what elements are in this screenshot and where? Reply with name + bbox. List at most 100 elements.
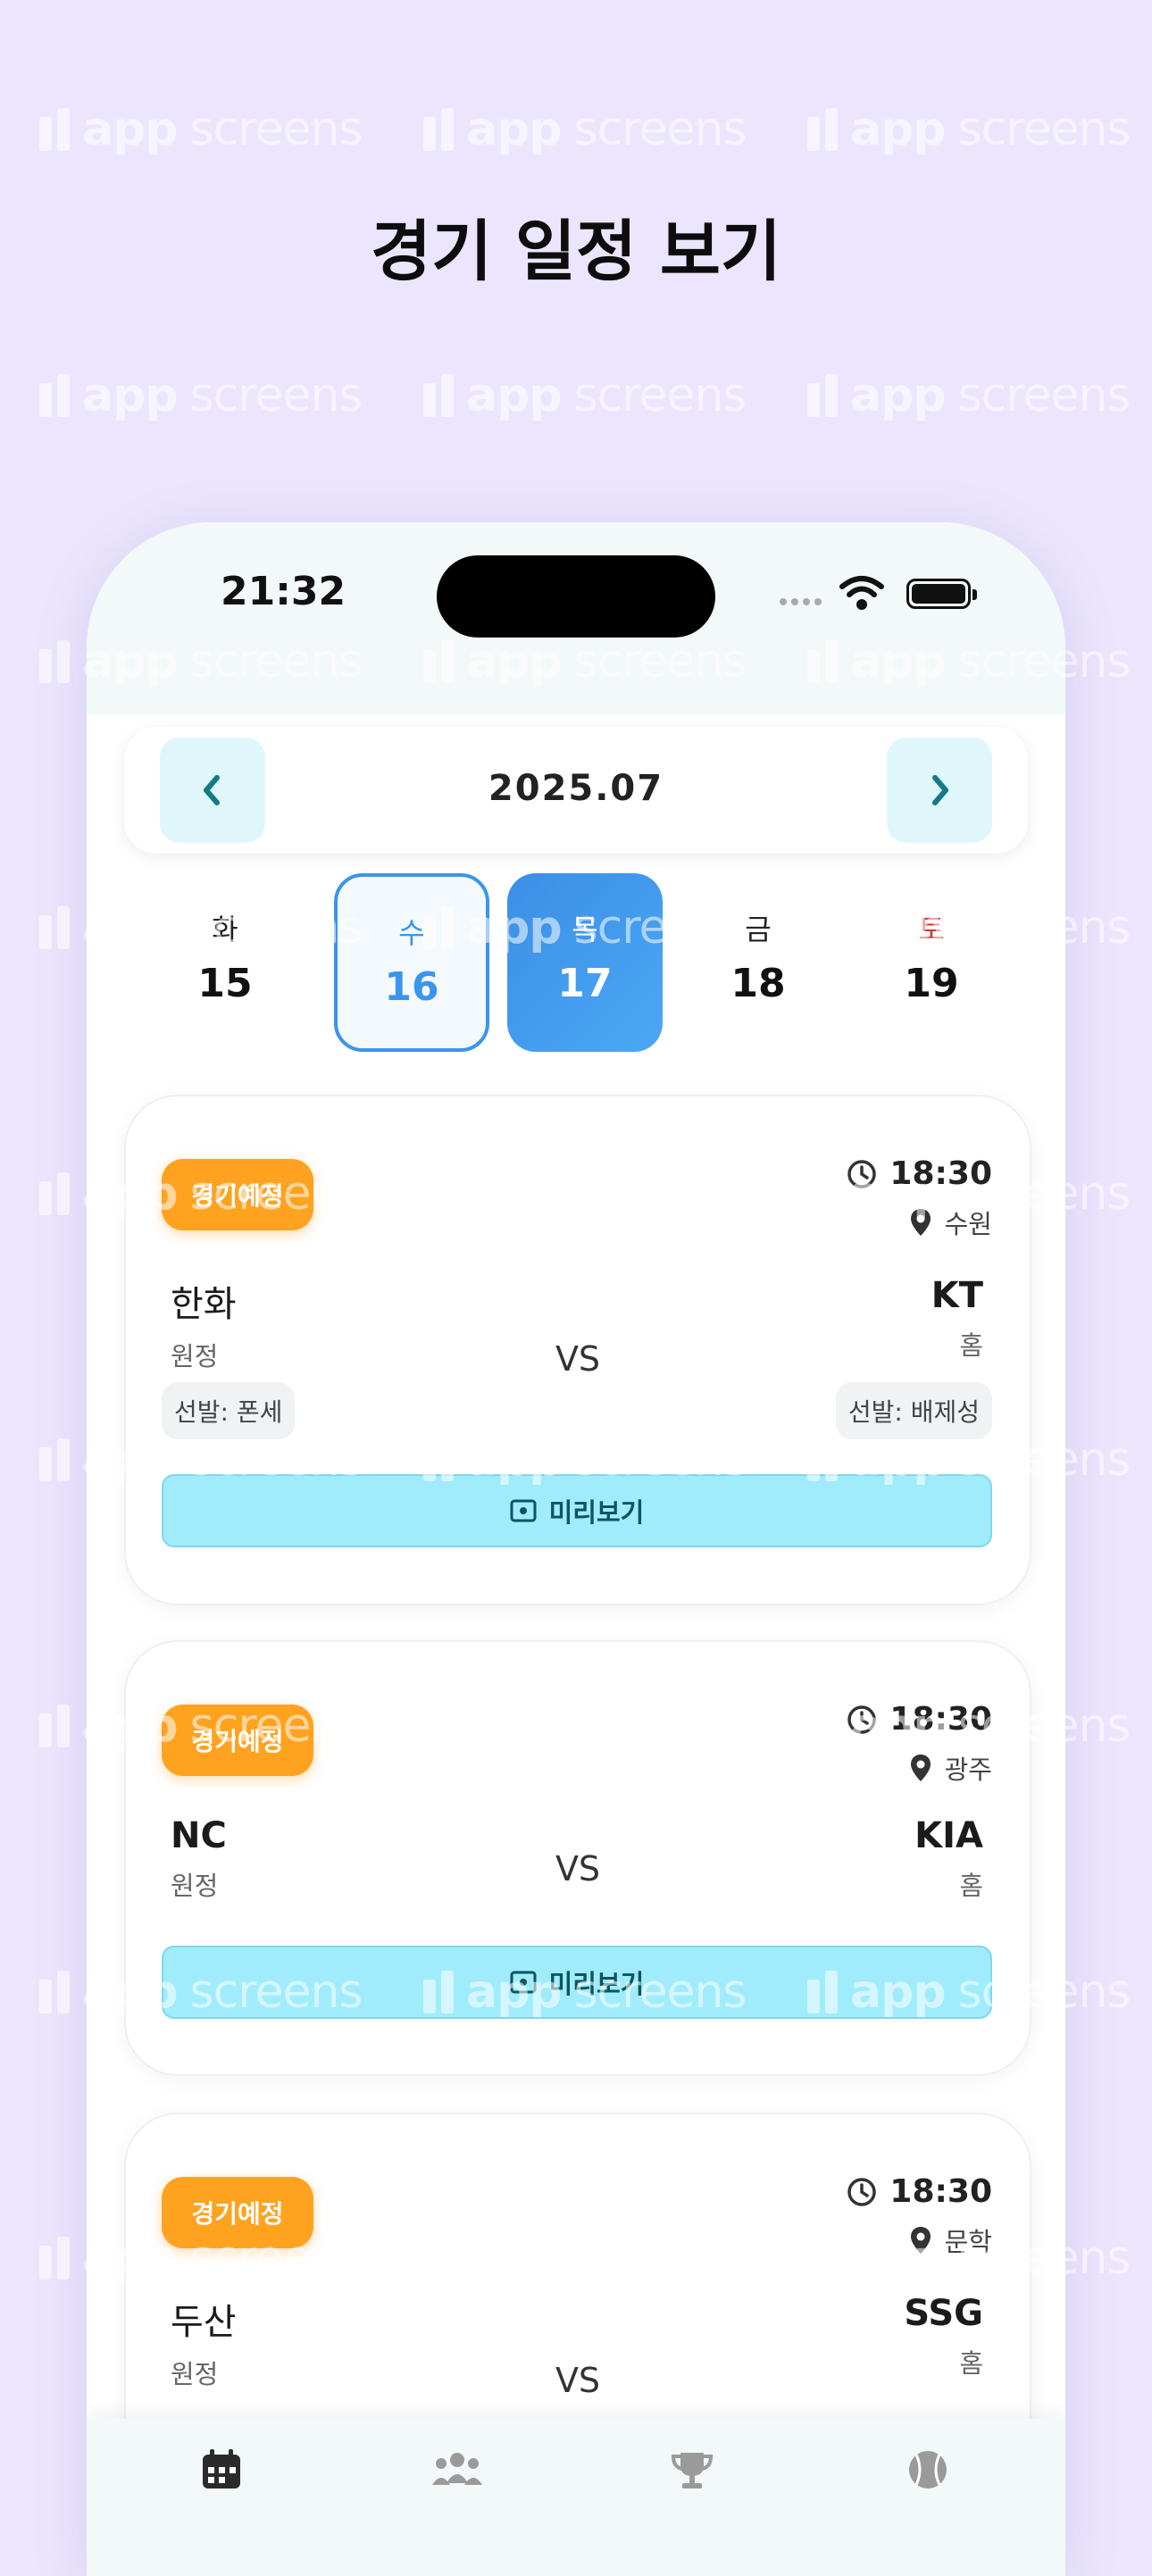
game-time-text: 18:30 xyxy=(889,2173,992,2210)
home-pitcher: 선발: 배제성 xyxy=(835,1382,992,1439)
dynamic-island xyxy=(437,555,715,638)
watermark-logo-icon xyxy=(39,108,70,151)
home-team: SSG 홈 xyxy=(904,2293,983,2380)
clock-icon xyxy=(847,1705,877,1734)
preview-icon xyxy=(510,1971,537,1994)
tab-ranking[interactable] xyxy=(661,2447,723,2501)
month-selector: 2025.07 xyxy=(124,727,1028,854)
bottom-tab-bar xyxy=(87,2419,1065,2576)
day-17[interactable]: 목 17 xyxy=(507,873,663,1052)
away-team-name: 한화 xyxy=(171,1284,237,1325)
day-of-week: 수 xyxy=(398,916,425,950)
calendar-icon xyxy=(203,2449,240,2488)
game-time-text: 18:30 xyxy=(889,1701,992,1738)
clock-icon xyxy=(847,2177,877,2206)
signal-icon xyxy=(780,598,822,605)
game-time: 18:30 xyxy=(847,2173,992,2210)
preview-button[interactable]: 미리보기 xyxy=(162,1946,992,2019)
watermark-logo-icon xyxy=(39,1971,70,2013)
location-pin-icon xyxy=(910,1209,931,1236)
home-team: KT 홈 xyxy=(931,1275,983,1363)
preview-label: 미리보기 xyxy=(548,1969,645,1999)
home-team: KIA 홈 xyxy=(914,1815,983,1903)
location-pin-icon xyxy=(910,2227,931,2254)
vs-label: VS xyxy=(555,2361,601,2400)
game-venue: 광주 xyxy=(909,1749,992,1787)
watermark-logo-icon xyxy=(39,1705,70,1747)
watermark-logo-icon xyxy=(423,108,454,151)
tab-teams[interactable] xyxy=(426,2447,488,2501)
watermark-logo-icon xyxy=(39,2237,70,2280)
watermark: app screens xyxy=(423,369,747,422)
venue-name: 문학 xyxy=(944,2227,992,2257)
watermark: app screens xyxy=(423,103,747,156)
game-venue: 문학 xyxy=(909,2222,992,2259)
away-pitcher: 선발: 폰세 xyxy=(162,1382,296,1439)
battery-icon xyxy=(906,579,977,609)
preview-button[interactable]: 미리보기 xyxy=(162,1474,992,1547)
game-card[interactable]: 경기예정 18:30 수원 한화 원정 VS KT 홈 선발: 폰세 선발: 배… xyxy=(124,1095,1031,1605)
home-team-name: KT xyxy=(931,1275,983,1316)
watermark: app screens xyxy=(39,103,363,156)
watermark: app screens xyxy=(39,369,363,422)
game-time: 18:30 xyxy=(847,1155,992,1192)
home-label: 홈 xyxy=(959,1330,983,1361)
day-of-week: 화 xyxy=(212,913,238,946)
wifi-icon xyxy=(839,576,884,610)
status-time: 21:32 xyxy=(221,569,346,614)
home-team-name: SSG xyxy=(904,2293,983,2334)
game-venue: 수원 xyxy=(909,1204,992,1241)
watermark: app screens xyxy=(807,103,1131,156)
game-time-text: 18:30 xyxy=(889,1155,992,1192)
day-19[interactable]: 토 19 xyxy=(854,873,1009,1052)
home-label: 홈 xyxy=(959,2348,983,2379)
watermark: app screens xyxy=(807,369,1131,422)
day-number: 17 xyxy=(557,961,613,1006)
watermark-logo-icon xyxy=(807,108,838,151)
tab-schedule[interactable] xyxy=(190,2447,253,2501)
watermark-logo-icon xyxy=(39,906,70,949)
day-number: 15 xyxy=(197,961,253,1006)
game-status-badge: 경기예정 xyxy=(162,2177,313,2248)
baseball-icon xyxy=(909,2451,947,2488)
venue-name: 수원 xyxy=(944,1209,992,1239)
status-bar: 21:32 xyxy=(87,522,1065,714)
trophy-icon xyxy=(671,2453,714,2488)
away-team-name: 두산 xyxy=(171,2302,237,2343)
location-pin-icon xyxy=(910,1755,931,1781)
preview-icon xyxy=(510,1499,537,1522)
preview-label: 미리보기 xyxy=(548,1497,645,1528)
watermark-logo-icon xyxy=(39,374,70,417)
tab-baseball[interactable] xyxy=(897,2447,959,2501)
day-number: 19 xyxy=(904,961,959,1006)
game-card[interactable]: 경기예정 18:30 광주 NC 원정 VS KIA 홈 미리보기 xyxy=(124,1640,1031,2076)
home-team-name: KIA xyxy=(914,1815,983,1856)
page-headline: 경기 일정 보기 xyxy=(370,213,781,290)
chevron-right-icon xyxy=(932,775,948,805)
game-time: 18:30 xyxy=(847,1701,992,1738)
game-status-badge: 경기예정 xyxy=(162,1705,313,1776)
day-number: 16 xyxy=(384,964,439,1010)
day-of-week: 목 xyxy=(572,913,598,946)
watermark-logo-icon xyxy=(39,1438,70,1481)
team-icon xyxy=(432,2453,482,2485)
watermark-logo-icon xyxy=(39,640,70,683)
day-18[interactable]: 금 18 xyxy=(680,873,836,1052)
game-status-badge: 경기예정 xyxy=(162,1159,313,1230)
home-label: 홈 xyxy=(959,1871,983,1901)
day-number: 18 xyxy=(730,961,786,1006)
day-strip: 화 15 수 16 목 17 금 18 토 19 xyxy=(87,873,1065,1052)
clock-icon xyxy=(847,1159,877,1188)
next-month-button[interactable] xyxy=(887,738,992,843)
watermark-logo-icon xyxy=(807,374,838,417)
vs-label: VS xyxy=(555,1339,601,1379)
day-of-week: 토 xyxy=(918,913,945,946)
watermark-logo-icon xyxy=(423,374,454,417)
watermark-logo-icon xyxy=(39,1172,70,1215)
day-16[interactable]: 수 16 xyxy=(334,873,489,1052)
venue-name: 광주 xyxy=(944,1755,992,1785)
day-of-week: 금 xyxy=(745,913,772,946)
day-15[interactable]: 화 15 xyxy=(147,873,303,1052)
phone-frame: 21:32 2025.07 화 15 수 16 목 17 금 18 토 19 경… xyxy=(87,522,1065,2576)
vs-label: VS xyxy=(555,1849,601,1888)
